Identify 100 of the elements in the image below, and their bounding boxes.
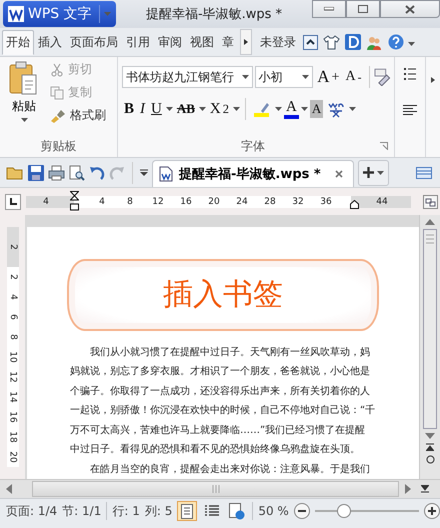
d-square-icon[interactable] [345, 34, 361, 50]
indent-marker-icon[interactable] [70, 190, 78, 210]
scroll-down-icon[interactable] [425, 433, 435, 439]
ruler-label: 2 [8, 274, 18, 280]
minimize-button[interactable] [312, 0, 346, 18]
ribbon-tab[interactable]: 章 [218, 30, 238, 54]
ruler-label: 16 [8, 411, 18, 423]
restore-button[interactable] [346, 0, 380, 18]
next-page-icon[interactable] [421, 485, 429, 493]
zoom-slider-thumb[interactable] [336, 504, 351, 518]
caret-icon[interactable] [166, 107, 173, 111]
right-indent-marker-icon[interactable] [350, 200, 358, 208]
clear-format-icon[interactable] [374, 68, 392, 86]
caret-icon [242, 75, 249, 79]
ruler-label: 2 [8, 244, 18, 250]
paragraph-line: 万不可太高兴，苦难也许马上就要降临……”我们已经习惯了在提醒 [70, 424, 366, 438]
dialog-launcher-icon[interactable] [380, 142, 388, 150]
ruler-label: 8 [126, 196, 134, 208]
caret-icon[interactable] [300, 107, 308, 111]
group-label: 字体 [241, 138, 265, 155]
collapse-ribbon-icon[interactable] [303, 34, 318, 50]
ribbon-tab[interactable]: 审阅 [154, 30, 186, 54]
ribbon-tab[interactable]: 页面布局 [66, 30, 122, 54]
ruler-label: 8 [8, 334, 18, 340]
italic-button[interactable]: I [138, 97, 148, 121]
bookmark-heading: 插入书签 [67, 259, 379, 330]
caret-icon[interactable] [275, 107, 282, 111]
status-item: 列: 5 [144, 502, 172, 520]
save-icon[interactable] [28, 164, 44, 180]
ruler-label: 4 [98, 196, 106, 208]
ribbon-tab[interactable]: 开始 [2, 30, 34, 54]
brush-button[interactable]: 格式刷 [50, 107, 106, 124]
ruler-label: 16 [179, 196, 193, 208]
more-tabs-button[interactable] [240, 29, 252, 55]
restore-icon [358, 5, 368, 13]
minimize-icon [324, 7, 334, 11]
document-icon [159, 166, 173, 182]
login-status[interactable]: 未登录 [260, 34, 296, 50]
horizontal-scrollbar-thumb[interactable] [32, 481, 399, 497]
ribbon-tab[interactable]: 插入 [34, 30, 66, 54]
caret-icon [20, 118, 28, 122]
customize-toolbar-icon[interactable] [140, 168, 148, 176]
strikethrough-button[interactable]: AB [174, 97, 197, 121]
shirt-icon[interactable] [323, 34, 340, 50]
ribbon-tab[interactable]: 引用 [122, 30, 154, 54]
status-item: 行: 1 [112, 502, 140, 520]
ruler-label: 18 [8, 431, 18, 443]
caret-icon[interactable] [198, 107, 206, 111]
paragraph-line: 个骗子。你取得了一点成功，还没容得乐出声来，所有关切着你的人 [70, 384, 371, 398]
ruler-label: 24 [235, 196, 249, 208]
left-tab-icon [10, 198, 16, 205]
folder-icon[interactable] [6, 164, 24, 180]
scroll-up-icon[interactable] [425, 219, 435, 225]
highlighter-icon [253, 100, 272, 118]
zoom-level: 50 % [258, 504, 289, 518]
close-tab-icon[interactable] [334, 170, 343, 178]
page-view-button[interactable] [177, 501, 198, 521]
underline-button[interactable]: U [149, 97, 164, 121]
window-list-icon[interactable] [416, 166, 432, 178]
help-icon[interactable] [388, 34, 404, 50]
scroll-right-icon[interactable] [431, 77, 435, 83]
close-button[interactable] [380, 0, 440, 18]
font-size-field[interactable]: 小初 [254, 66, 314, 88]
shading-button[interactable]: A [310, 100, 324, 118]
browse-object-icon[interactable] [426, 455, 434, 464]
scrollbar-thumb[interactable] [423, 229, 437, 429]
ruler-label: 20 [8, 451, 18, 463]
ruler-label: 14 [8, 391, 18, 403]
status-item: 页面: 1/4 [6, 502, 58, 520]
print-preview-icon[interactable] [69, 164, 85, 180]
undo-icon[interactable] [89, 164, 105, 180]
document-tab[interactable]: 提醒幸福-毕淑敏.wps * [152, 160, 354, 187]
web-view-button[interactable] [227, 501, 248, 521]
paste-button[interactable]: 粘贴 [4, 61, 44, 131]
ruler-label: 4 [42, 196, 50, 208]
caret-icon[interactable] [349, 107, 356, 111]
tab-stop-selector[interactable] [5, 194, 21, 210]
font-color-button[interactable]: A [284, 99, 299, 119]
ruler-label: 12 [8, 371, 18, 383]
caret-icon[interactable] [233, 107, 240, 111]
triangle-right-icon [244, 39, 248, 45]
caret-icon [302, 75, 310, 79]
people-icon[interactable] [366, 34, 383, 50]
phonetic-guide-icon [327, 100, 346, 118]
ruler-label: 28 [263, 196, 277, 208]
font-name-field[interactable]: 书体坊赵九江钢笔行 [122, 66, 253, 88]
app-menu-button[interactable]: WPS 文字 [3, 1, 116, 27]
split-view-icon[interactable] [423, 194, 438, 208]
printer-icon[interactable] [48, 164, 65, 180]
scroll-left-icon[interactable] [6, 484, 12, 494]
align-left-icon[interactable] [403, 105, 417, 116]
bold-button[interactable]: B [122, 97, 136, 121]
previous-page-icon[interactable] [426, 443, 434, 451]
new-tab-button[interactable] [358, 160, 389, 186]
zoom-out-icon[interactable] [294, 503, 310, 519]
document-logo-icon [8, 6, 24, 22]
list-icon[interactable] [404, 67, 416, 81]
ribbon-tab[interactable]: 视图 [186, 30, 218, 54]
zoom-in-icon[interactable] [424, 503, 440, 519]
ruler-label: 10 [8, 351, 18, 363]
